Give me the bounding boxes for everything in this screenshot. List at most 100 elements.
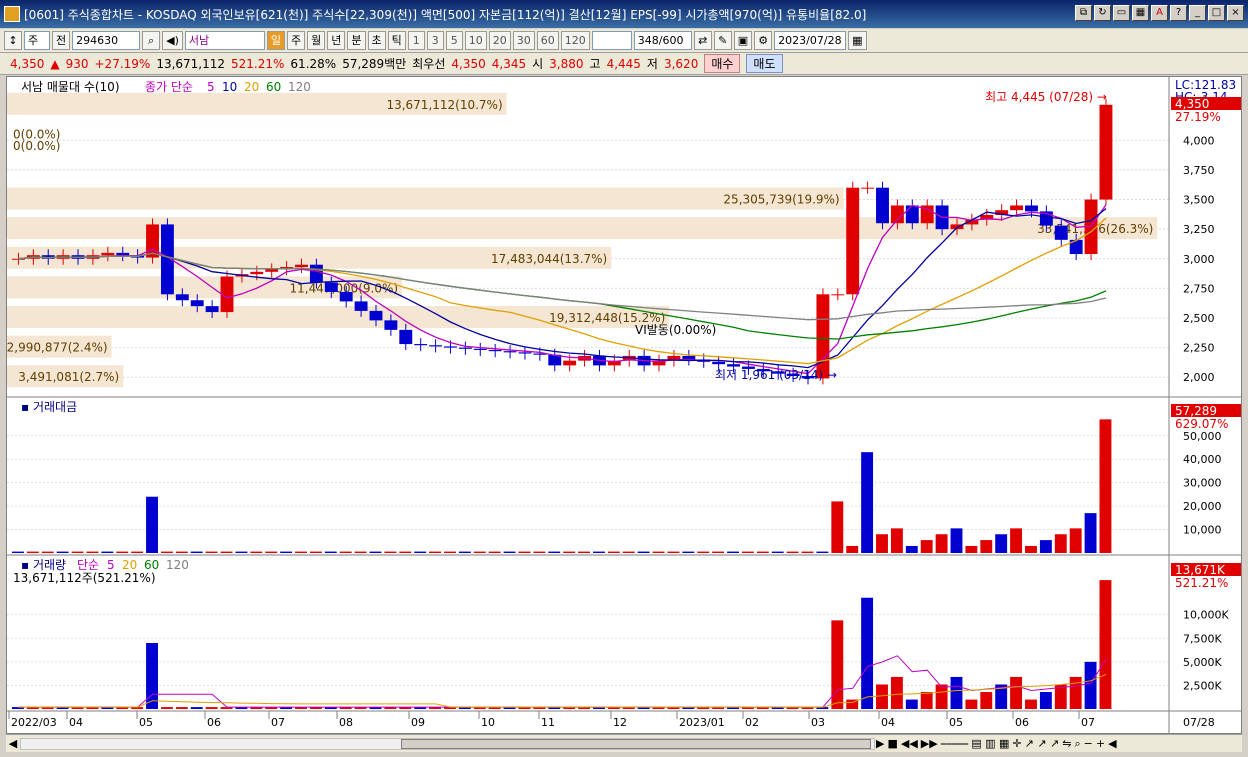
amount-bar bbox=[786, 551, 799, 553]
volume-bar bbox=[1039, 692, 1052, 709]
rewind-icon[interactable]: ◀◀ bbox=[901, 737, 918, 751]
buy-button[interactable]: 매수 bbox=[704, 54, 741, 73]
minus-icon[interactable]: − bbox=[1084, 737, 1093, 751]
candle-body bbox=[414, 344, 428, 346]
count-input[interactable]: 348/600 bbox=[633, 31, 692, 50]
amount-bar bbox=[876, 534, 888, 553]
y-tick-label: 2,500K bbox=[1183, 679, 1222, 692]
x-tick-label: 11 bbox=[541, 716, 555, 729]
interval-button[interactable]: 30 bbox=[512, 31, 535, 50]
volume-bar bbox=[146, 643, 158, 709]
period-week-button[interactable]: 주 bbox=[287, 31, 306, 50]
scroll-right-icon[interactable]: ◀ bbox=[1108, 737, 1116, 751]
ma-label: 종가 단순 bbox=[145, 80, 193, 94]
period-minute-button[interactable]: 분 bbox=[347, 31, 366, 50]
candle-body bbox=[324, 282, 338, 292]
interval-custom-input[interactable] bbox=[591, 31, 632, 50]
count-total: /600 bbox=[658, 34, 684, 47]
candle-body bbox=[250, 271, 264, 275]
volume-ma-period: 20 bbox=[122, 558, 137, 572]
volume-bar bbox=[935, 684, 948, 709]
chart-canvas[interactable]: 4,000 3,750 3,500 3,250 3,000 2,750 2,500 2,250… bbox=[7, 77, 1241, 733]
amount-bar bbox=[235, 551, 248, 553]
stop-icon[interactable]: ■ bbox=[887, 737, 897, 751]
period-day-button[interactable]: 일 bbox=[266, 31, 286, 50]
interval-button[interactable]: 20 bbox=[488, 31, 511, 50]
layout-icon[interactable]: ▤ ▥ ▦ bbox=[971, 737, 1009, 751]
amount-current-tag: 57,289 bbox=[1175, 404, 1217, 418]
amount-bar bbox=[175, 551, 188, 553]
window-icon[interactable]: ▭ bbox=[1113, 5, 1130, 21]
date-input[interactable]: 2023/07/28 bbox=[774, 31, 847, 50]
open-label: 시 bbox=[532, 57, 544, 71]
scroll-thumb[interactable] bbox=[401, 739, 871, 749]
volume-bar bbox=[905, 699, 918, 709]
draw-icon[interactable]: ✎ bbox=[713, 31, 732, 50]
save-icon[interactable]: ▣ bbox=[733, 31, 753, 50]
help-icon[interactable]: ? bbox=[1170, 5, 1187, 21]
period-year-button[interactable]: 년 bbox=[327, 31, 346, 50]
candle-body bbox=[295, 264, 308, 268]
scroll-left-icon[interactable]: ◀ bbox=[6, 737, 20, 750]
period-second-button[interactable]: 초 bbox=[367, 31, 386, 50]
volume-ma-period: 60 bbox=[144, 558, 159, 572]
crosshair-icon[interactable]: ✛ bbox=[1012, 737, 1021, 751]
low-value: 3,620 bbox=[663, 56, 699, 71]
period-month-button[interactable]: 월 bbox=[307, 31, 326, 50]
interval-button[interactable]: 5 bbox=[445, 31, 463, 50]
search-zoom-icon[interactable]: ⌕ bbox=[1075, 737, 1081, 751]
candle-body bbox=[384, 320, 398, 330]
type-select[interactable]: 주 bbox=[24, 31, 50, 50]
volume-profile-label: 3,491,081(2.7%) bbox=[18, 370, 119, 384]
plus-icon[interactable]: + bbox=[1096, 737, 1105, 751]
interval-button[interactable]: 1 bbox=[407, 31, 425, 50]
indicator-icon[interactable]: ↕ bbox=[4, 31, 22, 50]
interval-button[interactable]: 60 bbox=[536, 31, 559, 50]
arrow-tool-icon[interactable]: ↗ ↗ ↗ bbox=[1025, 737, 1060, 751]
candle-body bbox=[563, 360, 577, 366]
interval-button[interactable]: 10 bbox=[464, 31, 487, 50]
close-button[interactable]: × bbox=[1227, 5, 1244, 21]
zoom-icon[interactable]: ⇄ bbox=[693, 31, 712, 50]
candle-body bbox=[309, 264, 323, 283]
x-tick-label: 05 bbox=[139, 716, 153, 729]
candle-body bbox=[503, 351, 517, 353]
candle-body bbox=[905, 205, 919, 224]
amount-bar bbox=[682, 551, 695, 553]
minimize-button[interactable]: _ bbox=[1189, 5, 1206, 21]
y-tick-label: 3,750 bbox=[1183, 164, 1215, 177]
chart-area[interactable]: 4,000 3,750 3,500 3,250 3,000 2,750 2,500 2,250… bbox=[6, 76, 1242, 734]
prev-button[interactable]: 전 bbox=[52, 31, 71, 50]
interval-button[interactable]: 3 bbox=[426, 31, 444, 50]
volume-bar bbox=[1025, 699, 1037, 709]
volume-profile-label: 17,483,044(13.7%) bbox=[491, 252, 607, 266]
play-icon[interactable]: ▶ bbox=[876, 737, 884, 751]
volume-bar bbox=[205, 707, 218, 709]
calendar-icon[interactable]: ▦ bbox=[848, 31, 867, 50]
candle-body bbox=[190, 300, 204, 307]
interval-button[interactable]: 120 bbox=[560, 31, 590, 50]
period-tick-button[interactable]: 틱 bbox=[387, 31, 406, 50]
x-tick-label: 04 bbox=[881, 716, 895, 729]
code-input[interactable]: 294630 bbox=[72, 31, 141, 50]
speaker-icon[interactable]: ◀) bbox=[162, 31, 183, 50]
link-icon[interactable]: ⧉ bbox=[1075, 5, 1092, 21]
amount-bar bbox=[920, 540, 933, 553]
maximize-button[interactable]: □ bbox=[1208, 5, 1225, 21]
current-price-tag: 4,350 bbox=[1175, 97, 1209, 111]
refresh-icon[interactable]: ↻ bbox=[1094, 5, 1111, 21]
amount-bar bbox=[756, 551, 769, 553]
search-icon[interactable]: ⌕ bbox=[142, 31, 161, 50]
sell-button[interactable]: 매도 bbox=[746, 54, 783, 73]
settings-icon[interactable]: ⚙ bbox=[754, 31, 773, 50]
volume-profile-label: 0(0.0%) bbox=[13, 139, 60, 153]
chart-icon[interactable]: ▦ bbox=[1132, 5, 1149, 21]
forward-icon[interactable]: ▶▶ bbox=[921, 737, 938, 751]
zoom-slider-icon[interactable]: ⎯⎯⎯⎯⎯ bbox=[941, 737, 969, 751]
scrollbar[interactable] bbox=[20, 738, 875, 750]
compare-icon[interactable]: ⇋ bbox=[1062, 737, 1071, 751]
font-icon[interactable]: A bbox=[1151, 5, 1168, 21]
amount-bar bbox=[503, 551, 516, 553]
y-tick-label: 3,000 bbox=[1183, 253, 1215, 266]
current-pct-tag: 27.19% bbox=[1175, 110, 1221, 124]
